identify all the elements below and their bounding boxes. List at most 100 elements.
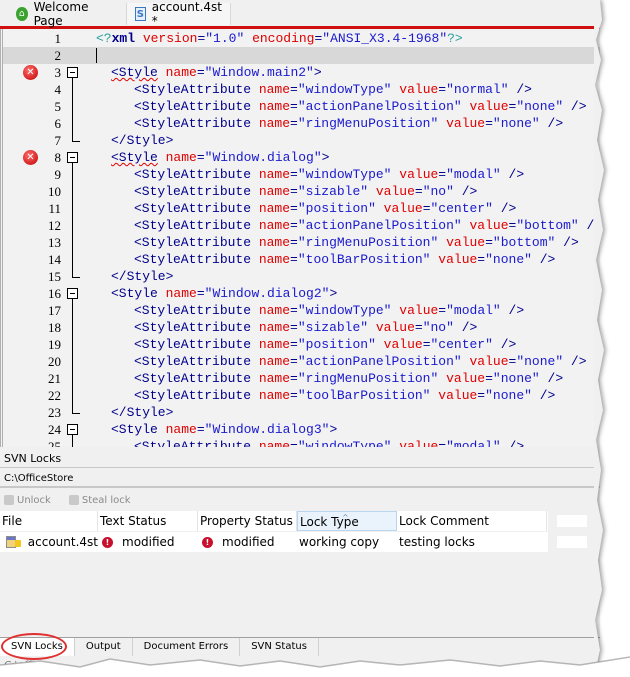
code-line[interactable]: 20 <StyleAttribute name="actionPanelPosit… xyxy=(3,353,600,370)
bottom-panel-tabs: SVN Locks Output Document Errors SVN Sta… xyxy=(0,637,600,656)
code-token: = xyxy=(290,354,298,369)
code-line[interactable]: 9 <StyleAttribute name="windowType" value… xyxy=(3,166,600,183)
bottom-tab-output[interactable]: Output xyxy=(75,638,133,656)
code-line[interactable]: 12 <StyleAttribute name="actionPanelPosit… xyxy=(3,217,600,234)
code-token: "center" xyxy=(430,337,493,352)
code-line[interactable]: 17 <StyleAttribute name="windowType" valu… xyxy=(3,302,600,319)
line-number: 8 xyxy=(54,150,62,165)
steal-lock-icon xyxy=(68,495,79,505)
editor-tab-bar: ⌂ Welcome Page S account.4st * xyxy=(0,0,600,29)
code-token: = xyxy=(290,99,298,114)
code-line[interactable]: 4 <StyleAttribute name="windowType" value… xyxy=(3,81,600,98)
fold-guide xyxy=(72,115,73,132)
line-number: 17 xyxy=(48,303,61,318)
code-token: name xyxy=(251,320,291,335)
code-text: <StyleAttribute name="actionPanelPositio… xyxy=(134,353,587,370)
cell-property-status: ! modified xyxy=(198,532,297,552)
code-line[interactable]: 21 <StyleAttribute name="ringMenuPosition… xyxy=(3,370,600,387)
tab-welcome-page[interactable]: ⌂ Welcome Page xyxy=(8,0,114,28)
bottom-tab-svn-status[interactable]: SVN Status xyxy=(240,638,319,656)
working-copy-path: C:\OfficeStore xyxy=(0,469,600,488)
code-line[interactable]: ✕ 3 <Style name="Window.main2"> xyxy=(3,64,600,81)
code-token: = xyxy=(438,439,447,447)
code-token: /> xyxy=(492,337,517,352)
line-number: 3 xyxy=(54,65,62,80)
code-text: <Style name="Window.dialog2"> xyxy=(111,285,337,302)
code-token: <StyleAttribute xyxy=(134,218,252,233)
code-token: = xyxy=(290,235,298,250)
code-token: = xyxy=(290,184,298,199)
code-token: value xyxy=(438,371,486,386)
code-token: = xyxy=(290,303,298,318)
code-token: "no" xyxy=(422,320,454,335)
code-token: "Window.dialog3" xyxy=(204,422,330,437)
line-number: 18 xyxy=(48,320,61,335)
code-token: "ringMenuPosition" xyxy=(297,235,439,250)
code-line[interactable]: 24 <Style name="Window.dialog3"> xyxy=(3,421,600,438)
code-editor[interactable]: 1 <?xml version="1.0" encoding="ANSI_X3.4… xyxy=(0,29,600,447)
column-header-lock-comment[interactable]: Lock Comment xyxy=(397,511,547,531)
column-header-property-status[interactable]: Property Status xyxy=(198,511,297,531)
code-token: /> xyxy=(531,252,556,267)
code-text: </Style> xyxy=(111,404,173,421)
code-token: = xyxy=(290,337,298,352)
fold-guide xyxy=(72,319,73,336)
column-header-file[interactable]: File xyxy=(0,511,98,531)
column-header-lock-type[interactable]: ^ Lock Type xyxy=(297,511,397,531)
code-text: </Style> xyxy=(111,132,173,149)
code-text: <StyleAttribute name="sizable" value="no… xyxy=(134,319,477,336)
code-token: value xyxy=(391,439,439,447)
code-token: "windowType" xyxy=(297,82,392,97)
code-line[interactable]: 1 <?xml version="1.0" encoding="ANSI_X3.4… xyxy=(3,30,600,47)
code-token: xml xyxy=(111,31,136,46)
code-token: "modal" xyxy=(446,439,501,447)
code-line[interactable]: 7 </Style> xyxy=(3,132,600,149)
bottom-tab-svn-locks[interactable]: SVN Locks xyxy=(0,638,75,656)
code-line[interactable]: 5 <StyleAttribute name="actionPanelPositi… xyxy=(3,98,600,115)
code-token: /> xyxy=(453,184,478,199)
steal-lock-button[interactable]: Steal lock xyxy=(68,495,131,506)
code-token: /> xyxy=(555,235,579,250)
unlock-icon xyxy=(4,495,14,505)
unlock-button[interactable]: Unlock xyxy=(4,495,51,506)
tab-label: Welcome Page xyxy=(33,0,89,28)
code-token: /> xyxy=(531,388,556,403)
column-header-text-status[interactable]: Text Status xyxy=(98,511,198,531)
code-token: "ringMenuPosition" xyxy=(297,116,439,131)
code-text: <StyleAttribute name="windowType" value=… xyxy=(134,438,524,447)
code-line[interactable]: 13 <StyleAttribute name="ringMenuPosition… xyxy=(3,234,600,251)
code-token: "none" xyxy=(485,252,532,267)
code-line[interactable]: 15 </Style> xyxy=(3,268,600,285)
code-token: name xyxy=(157,422,197,437)
code-token: name xyxy=(157,65,197,80)
code-line[interactable]: 11 <StyleAttribute name="position" value=… xyxy=(3,200,600,217)
code-token: name xyxy=(251,82,291,97)
code-token: "none" xyxy=(516,354,564,369)
line-number: 12 xyxy=(48,218,61,233)
code-line[interactable]: 22 <StyleAttribute name="toolBarPosition"… xyxy=(3,387,600,404)
code-line[interactable]: 10 <StyleAttribute name="sizable" value="… xyxy=(3,183,600,200)
code-line[interactable]: 16 <Style name="Window.dialog2"> xyxy=(3,285,600,302)
code-line[interactable]: 23 </Style> xyxy=(3,404,600,421)
code-line[interactable]: 19 <StyleAttribute name="position" value=… xyxy=(3,336,600,353)
line-number: 15 xyxy=(48,269,61,284)
tab-account-4st[interactable]: S account.4st * xyxy=(126,0,231,28)
code-token: = xyxy=(414,184,423,199)
code-token: = xyxy=(290,371,298,386)
code-line[interactable]: 2 xyxy=(3,47,600,64)
code-token: = xyxy=(438,82,447,97)
code-token: = xyxy=(290,439,298,447)
table-row[interactable]: account.4st ! modified ! modified workin… xyxy=(0,532,548,552)
code-line[interactable]: 6 <StyleAttribute name="ringMenuPosition"… xyxy=(3,115,600,132)
fold-guide xyxy=(72,336,73,353)
code-line[interactable]: 18 <StyleAttribute name="sizable" value="… xyxy=(3,319,600,336)
code-token: <? xyxy=(96,31,112,46)
code-line[interactable]: 14 <StyleAttribute name="toolBarPosition"… xyxy=(3,251,600,268)
code-token: = xyxy=(290,388,298,403)
header-filler xyxy=(557,515,587,527)
code-line[interactable]: ✕ 8 <Style name="Window.dialog"> xyxy=(3,149,600,166)
bottom-tab-document-errors[interactable]: Document Errors xyxy=(133,638,241,656)
code-token: "bottom" xyxy=(516,218,579,233)
line-number: 23 xyxy=(48,405,61,420)
code-line[interactable]: 25 <StyleAttribute name="windowType" valu… xyxy=(3,438,600,447)
